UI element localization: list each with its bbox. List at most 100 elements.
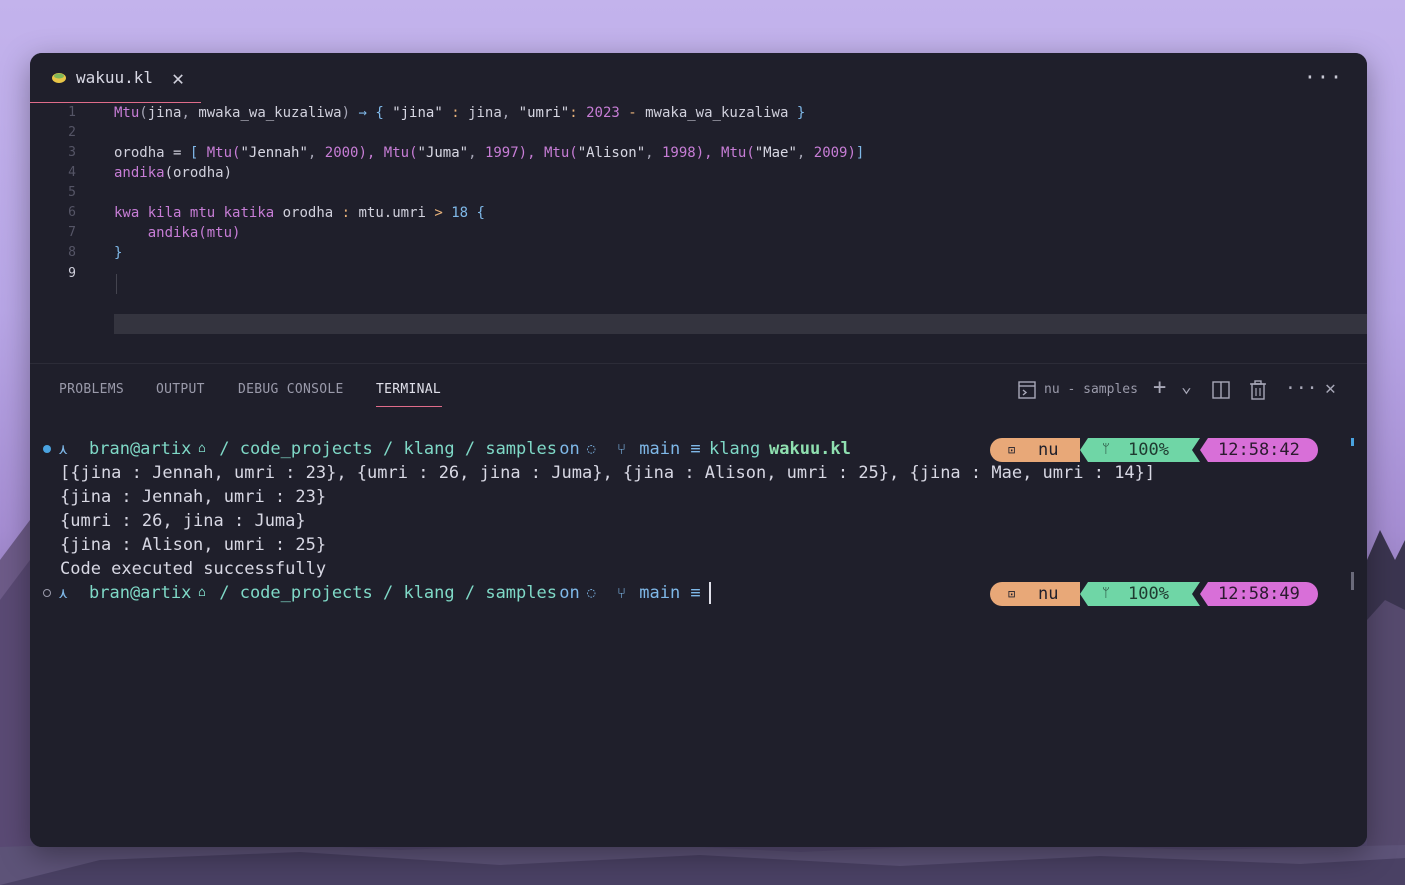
code-token: → xyxy=(358,105,367,121)
terminal-small-icon: ⊡ xyxy=(1008,587,1016,601)
branch-icon: ⑂ xyxy=(617,584,627,602)
prompt-time: 12:58:42 xyxy=(1218,440,1300,460)
terminal-cursor xyxy=(709,582,711,604)
code-token: { xyxy=(468,205,485,221)
code-token: orodha xyxy=(114,145,165,161)
code-token: mwaka_wa_kuzaliwa xyxy=(198,105,342,121)
prompt-branch: main ≡ xyxy=(629,439,711,459)
home-icon: ⌂ xyxy=(198,441,206,456)
code-token: , xyxy=(645,145,662,161)
code-token: ] xyxy=(855,145,865,161)
code-line-7: andika(mtu) xyxy=(114,223,241,243)
shell-name: nu xyxy=(1038,440,1059,460)
battery-segment: ᛘ 100% xyxy=(1080,582,1200,606)
code-token: jina xyxy=(468,105,502,121)
code-token: 2009 xyxy=(813,145,848,161)
prompt-path: / code_projects / klang / samples xyxy=(209,439,557,459)
output-line: {jina : Jennah, umri : 23} xyxy=(60,487,327,507)
tab-wakuu-kl[interactable]: wakuu.kl ✕ xyxy=(30,53,201,103)
code-token: Mtu xyxy=(206,145,233,161)
code-token: = xyxy=(164,145,190,161)
current-line-highlight xyxy=(114,314,1367,334)
scrollbar-thumb[interactable] xyxy=(1351,572,1354,590)
code-token: kwa xyxy=(114,205,140,221)
home-icon: ⌂ xyxy=(198,585,206,600)
indent-guide xyxy=(116,274,117,294)
code-token: mwaka_wa_kuzaliwa xyxy=(645,105,789,121)
code-editor[interactable]: 1 2 3 4 5 6 7 8 9 Mtu(jina, mwaka_wa_kuz… xyxy=(30,103,1367,363)
code-token: "Mae" xyxy=(754,145,797,161)
code-token: (orodha) xyxy=(164,165,233,181)
code-token: 1997 xyxy=(484,145,519,161)
line-number: 1 xyxy=(68,105,76,120)
code-token: Mtu xyxy=(383,145,410,161)
code-token: kila xyxy=(147,205,182,221)
code-token: orodha xyxy=(274,205,342,221)
code-token: : xyxy=(442,105,469,121)
battery-level: 100% xyxy=(1128,440,1169,460)
git-icon: ◌ xyxy=(587,441,596,457)
terminal-view[interactable]: ⋏ bran@artix ⌂ / code_projects / klang /… xyxy=(30,364,1367,847)
line-number: 8 xyxy=(68,245,76,260)
tab-label: wakuu.kl xyxy=(76,68,154,87)
battery-segment: ᛘ 100% xyxy=(1080,438,1200,462)
code-line-3: orodha = [ Mtu("Jennah", 2000), Mtu("Jum… xyxy=(114,143,864,163)
prompt-path: / code_projects / klang / samples xyxy=(209,583,557,603)
terminal-small-icon: ⊡ xyxy=(1008,443,1016,457)
scrollbar-marker[interactable] xyxy=(1351,438,1354,446)
code-token: [ xyxy=(189,145,207,161)
code-token: ( xyxy=(569,145,578,161)
code-token: ( xyxy=(746,145,755,161)
code-token: Mtu xyxy=(114,105,140,121)
code-token: 2000 xyxy=(324,145,359,161)
plant-icon: ᛘ xyxy=(1102,442,1110,457)
output-line: [{jina : Jennah, umri : 23}, {umri : 26,… xyxy=(60,463,1156,483)
plant-icon: ᛘ xyxy=(1102,586,1110,601)
code-token: } xyxy=(114,245,123,261)
line-number: 7 xyxy=(68,225,76,240)
prompt-on: on xyxy=(549,583,590,603)
code-token: ), xyxy=(518,145,544,161)
line-number: 3 xyxy=(68,145,76,160)
more-actions-icon[interactable]: ··· xyxy=(1304,65,1343,89)
code-token: mtu xyxy=(189,205,216,221)
code-line-1: Mtu(jina, mwaka_wa_kuzaliwa) → { "jina" … xyxy=(114,103,805,123)
code-token: , xyxy=(796,145,814,161)
output-line: Code executed successfully xyxy=(60,559,327,579)
code-token: , xyxy=(181,105,199,121)
code-token: : xyxy=(341,205,351,221)
code-token: , xyxy=(501,105,519,121)
shell-segment: ⊡ nu xyxy=(990,438,1080,462)
prompt-argument: wakuu.kl xyxy=(769,439,851,459)
code-token: "Juma" xyxy=(417,145,469,161)
code-line-6: kwa kila mtu katika orodha : mtu.umri > … xyxy=(114,203,485,223)
output-line: {jina : Alison, umri : 25} xyxy=(60,535,327,555)
line-number-active: 9 xyxy=(68,266,76,281)
line-number: 2 xyxy=(68,125,76,140)
code-token: , xyxy=(307,145,325,161)
command-pending-dot[interactable] xyxy=(43,589,51,597)
code-token: "Alison" xyxy=(577,145,646,161)
code-token: , xyxy=(468,145,485,161)
code-token: ) xyxy=(341,105,359,121)
code-token: jina xyxy=(147,105,182,121)
prompt-on: on xyxy=(549,439,590,459)
code-token: ), xyxy=(695,145,722,161)
line-number: 5 xyxy=(68,185,76,200)
line-number: 6 xyxy=(68,205,76,220)
code-token: Mtu xyxy=(721,145,747,161)
code-token: - xyxy=(619,105,646,121)
code-token: { xyxy=(366,105,393,121)
close-icon[interactable]: ✕ xyxy=(172,66,184,90)
prompt-command: klang xyxy=(709,439,771,459)
git-icon: ◌ xyxy=(587,585,596,601)
code-token: ( xyxy=(139,105,148,121)
command-success-dot[interactable] xyxy=(43,445,51,453)
prompt-time: 12:58:49 xyxy=(1218,584,1300,604)
code-token: "umri" xyxy=(518,105,570,121)
code-token: 18 xyxy=(451,205,469,221)
